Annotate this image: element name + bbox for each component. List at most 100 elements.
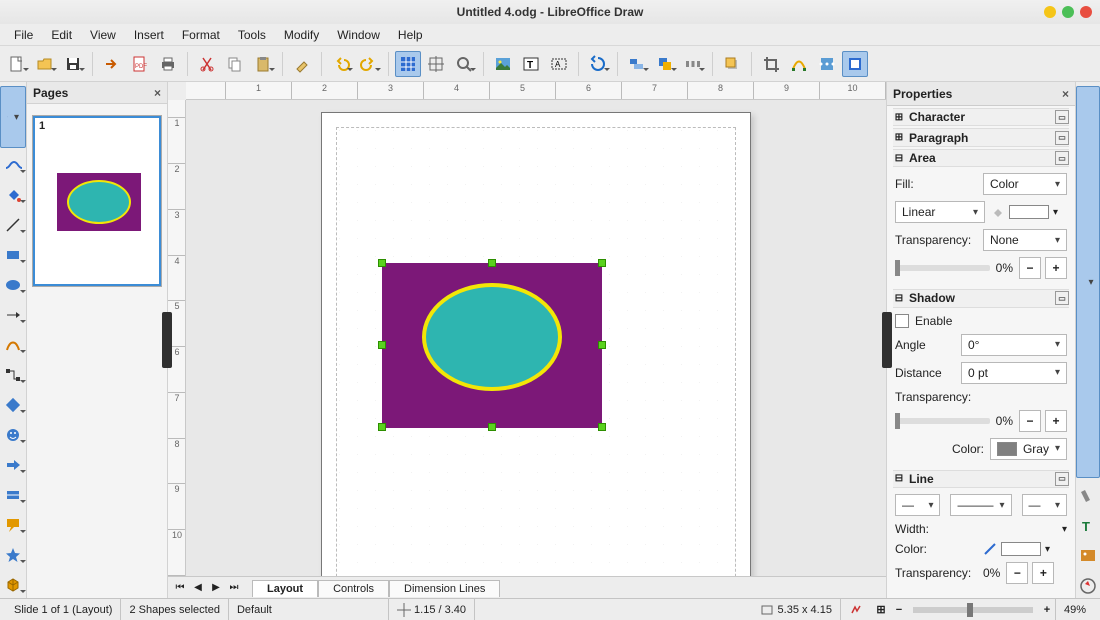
star-tool[interactable] [0,542,26,568]
sel-handle-tl[interactable] [378,259,386,267]
line-color-swatch[interactable] [1001,542,1041,556]
close-button[interactable] [1080,6,1092,18]
undo-button[interactable] [328,51,354,77]
sidebar-styles-icon[interactable] [1076,484,1100,508]
paragraph-more-icon[interactable]: ▭ [1055,131,1069,145]
section-paragraph[interactable]: ⊞Paragraph ▭ [893,128,1069,146]
line-tool[interactable] [0,212,26,238]
minimize-button[interactable] [1044,6,1056,18]
canvas-viewport[interactable] [186,100,886,576]
sidebar-navigator2-icon[interactable] [1076,574,1100,598]
sidebar-navigator-icon[interactable] [1076,544,1100,568]
tab-nav-last[interactable]: ⏭ [226,580,242,596]
sidebar-gallery-icon[interactable]: T [1076,514,1100,538]
fill-color-swatch[interactable] [1009,205,1049,219]
status-signature-icon[interactable] [841,599,871,620]
shadow-color-select[interactable]: Gray [990,438,1067,460]
shadow-dist-select[interactable]: 0 pt [961,362,1067,384]
area-more-icon[interactable]: ▭ [1055,151,1069,165]
line-color-tool[interactable] [0,152,26,178]
maximize-button[interactable] [1062,6,1074,18]
menu-insert[interactable]: Insert [126,26,172,44]
menu-file[interactable]: File [6,26,41,44]
menu-view[interactable]: View [82,26,124,44]
redo-button[interactable] [356,51,382,77]
shadow-toggle-button[interactable] [719,51,745,77]
text-box-button[interactable]: T [518,51,544,77]
pages-panel-close-icon[interactable]: × [154,86,161,100]
tab-dimension-lines[interactable]: Dimension Lines [389,580,500,597]
menu-format[interactable]: Format [174,26,228,44]
menu-help[interactable]: Help [390,26,431,44]
arrange-button[interactable] [652,51,678,77]
sel-handle-tc[interactable] [488,259,496,267]
zoom-out-button[interactable]: − [891,604,907,616]
shadow-transp-minus[interactable]: − [1019,410,1041,432]
line-more-icon[interactable]: ▭ [1055,472,1069,486]
page-thumbnail-1[interactable]: 1 [33,116,161,286]
transformations-button[interactable] [585,51,611,77]
new-button[interactable] [4,51,30,77]
callout-tool[interactable] [0,512,26,538]
distribute-button[interactable] [680,51,706,77]
zoom-slider[interactable] [913,607,1033,613]
menu-tools[interactable]: Tools [230,26,274,44]
insert-image-button[interactable] [490,51,516,77]
gluepoints-button[interactable] [814,51,840,77]
sel-handle-ml[interactable] [378,341,386,349]
insert-fontwork-button[interactable]: A [546,51,572,77]
curve-tool[interactable] [0,332,26,358]
ruler-horizontal[interactable]: 1 2 3 4 5 6 7 8 9 10 [186,82,886,100]
line-transp-plus[interactable]: + [1032,562,1054,584]
sel-handle-br[interactable] [598,423,606,431]
gradient-select[interactable]: Linear [895,201,985,223]
area-transp-minus[interactable]: − [1019,257,1041,279]
shadow-enable-check[interactable] [895,314,909,328]
3d-objects-tool[interactable] [0,572,26,598]
tab-nav-first[interactable]: ⏮ [172,580,188,596]
block-arrows-tool[interactable] [0,452,26,478]
toggle-extrusion-button[interactable] [842,51,868,77]
flowchart-tool[interactable] [0,482,26,508]
line-transp-minus[interactable]: − [1006,562,1028,584]
section-character[interactable]: ⊞Character ▭ [893,108,1069,126]
zoom-percent[interactable]: 49% [1055,599,1094,620]
drawing-page[interactable] [321,112,751,576]
fill-type-select[interactable]: Color [983,173,1067,195]
tab-controls[interactable]: Controls [318,580,389,597]
align-button[interactable] [624,51,650,77]
properties-close-icon[interactable]: × [1062,87,1069,101]
line-arrow-start[interactable]: — [895,494,940,516]
basic-shapes-tool[interactable] [0,392,26,418]
menu-edit[interactable]: Edit [43,26,80,44]
shadow-more-icon[interactable]: ▭ [1055,291,1069,305]
helplines-button[interactable] [423,51,449,77]
character-more-icon[interactable]: ▭ [1055,110,1069,124]
sel-handle-bc[interactable] [488,423,496,431]
fit-page-icon[interactable]: ⊞ [873,603,889,616]
copy-button[interactable] [222,51,248,77]
left-collapse-handle[interactable] [162,312,172,368]
section-shadow[interactable]: ⊟Shadow ▭ [893,289,1069,307]
tab-nav-prev[interactable]: ◀ [190,580,206,596]
symbol-shapes-tool[interactable] [0,422,26,448]
line-style-select[interactable]: ——— [950,494,1011,516]
section-area[interactable]: ⊟Area ▭ [893,149,1069,167]
connector-tool[interactable] [0,362,26,388]
crop-button[interactable] [758,51,784,77]
cut-button[interactable] [194,51,220,77]
tab-nav-next[interactable]: ▶ [208,580,224,596]
edit-points-button[interactable] [786,51,812,77]
menu-window[interactable]: Window [329,26,388,44]
area-transp-plus[interactable]: + [1045,257,1067,279]
line-arrow-end[interactable]: — [1022,494,1067,516]
open-button[interactable] [32,51,58,77]
print-button[interactable] [155,51,181,77]
export-button[interactable] [99,51,125,77]
area-transp-slider[interactable] [895,265,990,271]
right-collapse-handle[interactable] [882,312,892,368]
zoom-in-button[interactable]: + [1039,604,1055,616]
status-style[interactable]: Default [229,599,389,620]
menu-modify[interactable]: Modify [276,26,327,44]
area-transp-type-select[interactable]: None [983,229,1067,251]
